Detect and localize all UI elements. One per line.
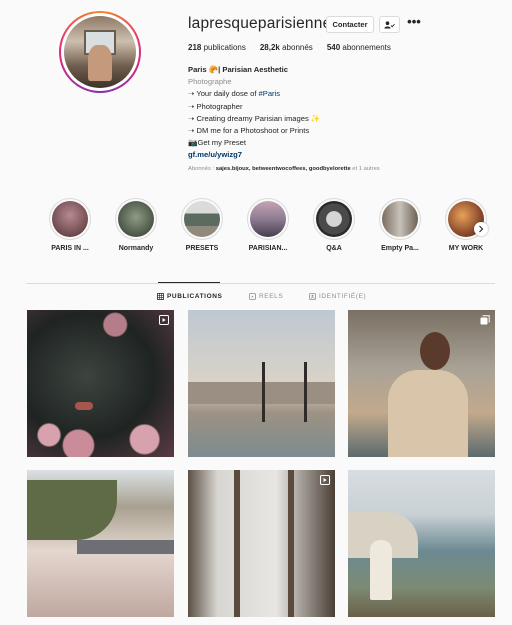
contact-button[interactable]: Contacter: [326, 16, 374, 33]
tab-tagged[interactable]: IDENTIFIÉ(E): [309, 293, 366, 300]
user-check-icon: [384, 20, 395, 28]
bio-line: ➝ DM me for a Photoshoot or Prints: [188, 126, 310, 136]
tab-reels[interactable]: REELS: [249, 293, 283, 300]
multi-photo-icon: [320, 475, 330, 485]
profile-avatar[interactable]: [59, 11, 141, 93]
post-thumbnail-bridge[interactable]: [188, 310, 335, 457]
tab-publications[interactable]: PUBLICATIONS: [157, 293, 222, 300]
chevron-right-icon: [479, 225, 484, 233]
highlight-qa[interactable]: Q&A: [304, 198, 364, 252]
tagged-icon: [309, 293, 316, 300]
multi-photo-icon: [159, 315, 169, 325]
highlight-paris-in[interactable]: PARIS IN ...: [40, 198, 100, 252]
highlight-label: Normandy: [118, 245, 154, 252]
profile-username: lapresqueparisienne: [188, 15, 332, 32]
bio-line: ➝ Photographer: [188, 101, 243, 111]
profile-bio: Paris 🥐| Parisian Aesthetic Photographe …: [188, 64, 320, 162]
highlight-label: PARISIAN...: [248, 245, 288, 252]
highlight-parisian[interactable]: PARISIAN...: [238, 198, 298, 252]
grid-icon: [157, 293, 164, 300]
bio-category: Photographe: [188, 77, 232, 87]
bio-website-link[interactable]: gf.me/u/ywizg7: [188, 149, 320, 161]
highlights-next-button[interactable]: [474, 222, 488, 236]
highlight-label: PARIS IN ...: [51, 245, 89, 252]
post-thumbnail-window[interactable]: [188, 470, 335, 617]
highlight-label: Empty Pa...: [381, 245, 419, 252]
highlight-normandy[interactable]: Normandy: [106, 198, 166, 252]
reels-icon: [249, 293, 256, 300]
carousel-icon: [480, 315, 490, 325]
highlight-label: PRESETS: [185, 245, 219, 252]
highlight-label: MY WORK: [448, 245, 484, 252]
profile-stats: 218 publications 28,2k abonnés 540 abonn…: [188, 43, 391, 52]
bio-line: ➝ Your daily dose of #Paris: [188, 89, 281, 99]
highlight-empty-paris[interactable]: Empty Pa...: [370, 198, 430, 252]
hashtag-link[interactable]: #Paris: [259, 89, 281, 98]
highlight-presets[interactable]: PRESETS: [172, 198, 232, 252]
bio-line: 📷Get my Preset: [188, 138, 246, 148]
active-tab-indicator: [158, 282, 220, 283]
post-thumbnail-etretat-cliff[interactable]: [348, 470, 495, 617]
stat-followers[interactable]: 28,2k abonnés: [260, 43, 313, 52]
bio-line: ➝ Creating dreamy Parisian images ✨: [188, 113, 321, 123]
post-thumbnail-woman-coffee[interactable]: [348, 310, 495, 457]
tabs-divider: [26, 283, 495, 284]
stat-posts: 218 publications: [188, 43, 246, 52]
more-options-button[interactable]: •••: [407, 13, 421, 33]
stat-following[interactable]: 540 abonnements: [327, 43, 391, 52]
bio-name: Paris 🥐| Parisian Aesthetic: [188, 65, 288, 74]
post-thumbnail-car[interactable]: [27, 310, 174, 457]
highlight-label: Q&A: [326, 245, 342, 252]
followed-by[interactable]: Abonnés : sajes.bijoux, betweentwocoffee…: [188, 166, 380, 172]
post-thumbnail-montmartre-house[interactable]: [27, 470, 174, 617]
follow-options-button[interactable]: [379, 16, 400, 33]
